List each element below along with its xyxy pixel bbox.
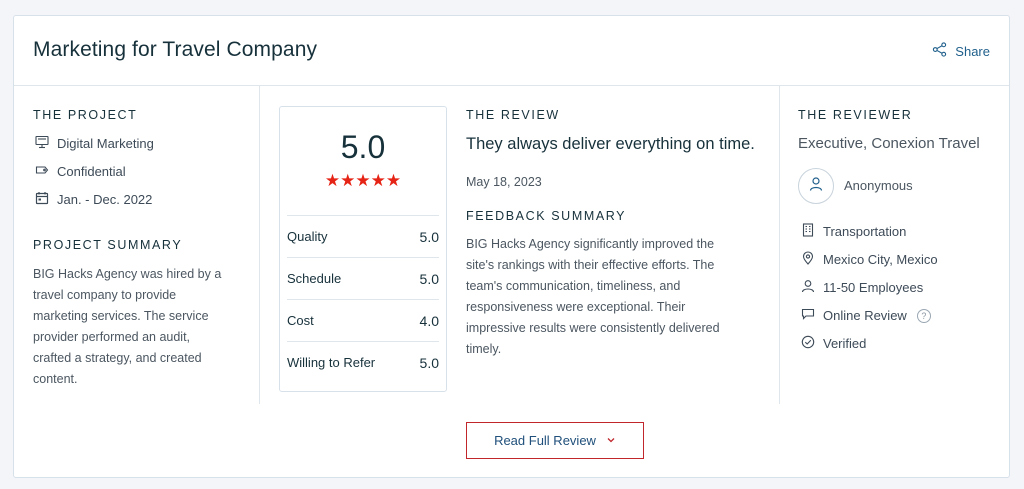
check-circle-icon <box>801 335 815 352</box>
rating-label: Willing to Refer <box>287 355 376 370</box>
rating-row-schedule: Schedule 5.0 <box>287 257 439 299</box>
share-icon <box>932 42 947 60</box>
location-pin-icon <box>801 251 815 268</box>
rating-value: 5.0 <box>419 354 439 371</box>
review-quote: They always deliver everything on time. <box>466 135 755 153</box>
help-icon[interactable]: ? <box>916 308 931 323</box>
project-summary-text: BIG Hacks Agency was hired by a travel c… <box>33 264 253 390</box>
feedback-line: team's communication, timeliness, and <box>466 279 681 293</box>
summary-line: provider performed an audit, <box>33 330 191 344</box>
page-title: Marketing for Travel Company <box>33 38 318 61</box>
feedback-line: responsiveness were exceptional. Their <box>466 300 686 314</box>
location-row: Mexico City, Mexico <box>801 251 938 268</box>
employees-row: 11-50 Employees <box>801 279 923 296</box>
project-summary-label: PROJECT SUMMARY <box>33 238 183 252</box>
card-header: Marketing for Travel Company Share <box>14 16 1009 86</box>
budget-row: Confidential <box>35 163 126 180</box>
service-text: Digital Marketing <box>57 136 154 151</box>
summary-line: marketing services. The service <box>33 309 209 323</box>
reviewer-name: Anonymous <box>844 178 913 193</box>
review-date: May 18, 2023 <box>466 175 542 189</box>
review-section-label: THE REVIEW <box>466 108 560 122</box>
share-button[interactable]: Share <box>932 42 990 60</box>
feedback-line: impressive results were consistently del… <box>466 321 720 335</box>
reviewer-section-label: THE REVIEWER <box>798 108 913 122</box>
rating-row-cost: Cost 4.0 <box>287 299 439 341</box>
summary-line: BIG Hacks Agency was hired by a <box>33 267 222 281</box>
budget-text: Confidential <box>57 164 126 179</box>
rating-label: Schedule <box>287 271 342 286</box>
review-card: Marketing for Travel Company Share THE P… <box>13 15 1010 478</box>
feedback-summary-label: FEEDBACK SUMMARY <box>466 209 627 223</box>
user-icon <box>808 176 824 197</box>
star-rating: ★★★★★ <box>324 171 402 190</box>
rating-row-refer: Willing to Refer 5.0 <box>287 341 439 383</box>
employees-text: 11-50 Employees <box>823 280 924 295</box>
dates-row: Jan. - Dec. 2022 <box>35 191 152 208</box>
rating-value: 4.0 <box>419 312 439 329</box>
chat-bubble-icon <box>801 307 815 324</box>
building-icon <box>801 223 815 240</box>
rating-box: 5.0 ★★★★★ Quality 5.0 Schedule 5.0 Cost … <box>279 106 447 392</box>
location-text: Mexico City, Mexico <box>823 252 938 267</box>
feedback-summary-text: BIG Hacks Agency significantly improved … <box>466 234 766 360</box>
service-row: Digital Marketing <box>35 135 154 152</box>
reviewer-role: Executive, Conexion Travel <box>798 135 980 152</box>
verified-row: Verified <box>801 335 866 352</box>
read-full-review-button[interactable]: Read Full Review <box>466 422 644 459</box>
chevron-down-icon <box>606 433 616 448</box>
summary-line: travel company to provide <box>33 288 177 302</box>
rating-label: Quality <box>287 229 328 244</box>
column-divider <box>779 86 780 404</box>
summary-line: content. <box>33 372 78 386</box>
project-section-label: THE PROJECT <box>33 108 138 122</box>
overall-score: 5.0 <box>340 129 386 165</box>
monitor-icon <box>35 135 49 152</box>
industry-row: Transportation <box>801 223 906 240</box>
review-type-row: Online Review ? <box>801 307 931 324</box>
verified-text: Verified <box>823 336 867 351</box>
rating-value: 5.0 <box>419 228 439 245</box>
user-icon <box>801 279 815 296</box>
review-type-text: Online Review <box>823 308 907 323</box>
column-divider <box>259 86 260 404</box>
share-label: Share <box>955 43 990 59</box>
calendar-icon <box>35 191 49 208</box>
feedback-line: site's rankings with their effective eff… <box>466 258 715 272</box>
industry-text: Transportation <box>823 224 907 239</box>
read-full-review-label: Read Full Review <box>494 433 596 448</box>
summary-line: crafted a strategy, and created <box>33 351 202 365</box>
dates-text: Jan. - Dec. 2022 <box>57 192 153 207</box>
avatar <box>798 168 834 204</box>
tag-icon <box>35 163 49 180</box>
feedback-line: timely. <box>466 342 502 356</box>
rating-row-quality: Quality 5.0 <box>287 215 439 257</box>
rating-value: 5.0 <box>419 270 439 287</box>
rating-label: Cost <box>287 313 314 328</box>
feedback-line: BIG Hacks Agency significantly improved … <box>466 237 715 251</box>
